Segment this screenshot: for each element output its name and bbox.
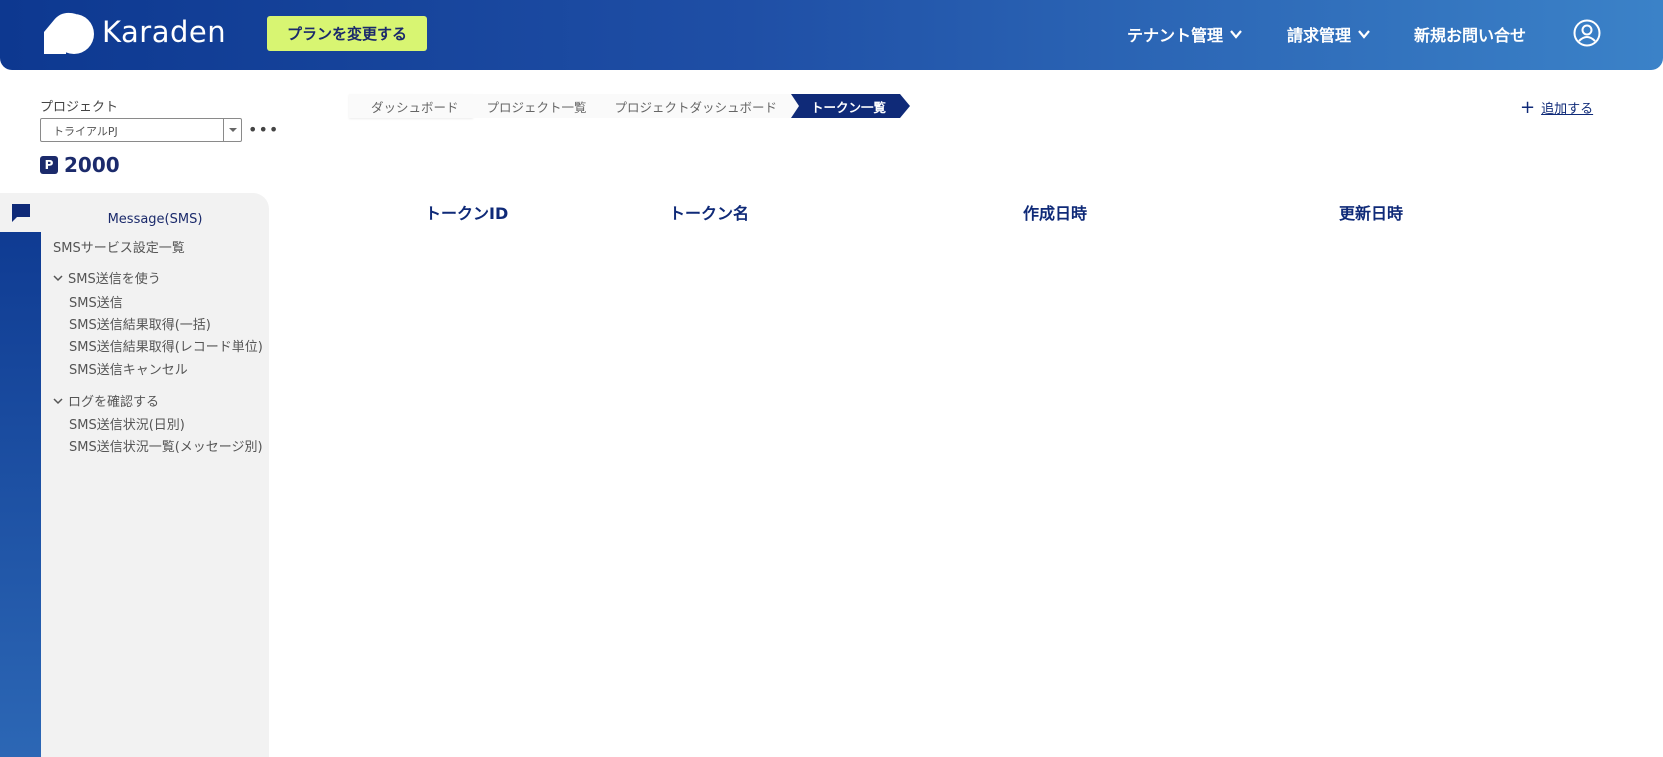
breadcrumb-token-list: トークン一覧 (791, 94, 911, 118)
points-icon: P (40, 156, 58, 174)
sidebar-item-sms-status-daily[interactable]: SMS送信状況(日別) (69, 414, 185, 433)
column-header-token-name: トークン名 (669, 204, 750, 223)
chevron-down-icon (1358, 30, 1370, 39)
sidebar-group-label: ログを確認する (68, 395, 160, 410)
plus-icon: + (1520, 96, 1536, 118)
sidebar-item-sms-result-record[interactable]: SMS送信結果取得(レコード単位) (69, 336, 263, 355)
add-token-label: 追加する (1541, 102, 1594, 117)
project-select-value: トライアルPJ (53, 125, 118, 138)
sidebar-title: Message(SMS) (107, 212, 203, 227)
breadcrumb-project-list[interactable]: プロジェクト一覧 (472, 94, 601, 118)
brand-logo[interactable]: Karaden (42, 10, 226, 54)
chat-bubble-icon (11, 203, 30, 222)
karaden-logo-icon (44, 12, 94, 54)
breadcrumb: ダッシュボード プロジェクト一覧 プロジェクトダッシュボード トークン一覧 (349, 94, 911, 118)
sidebar-item-sms-result-bulk[interactable]: SMS送信結果取得(一括) (69, 314, 211, 333)
nav-label: 請求管理 (1287, 26, 1352, 45)
project-label: プロジェクト (40, 100, 119, 115)
project-select[interactable]: トライアルPJ (40, 118, 242, 142)
nav-tenant-management[interactable]: テナント管理 (1127, 22, 1243, 46)
sidebar-item-sms-cancel[interactable]: SMS送信キャンセル (69, 359, 188, 378)
column-header-token-id: トークンID (425, 204, 509, 223)
user-account-icon[interactable] (1573, 19, 1601, 47)
nav-label: テナント管理 (1127, 26, 1224, 45)
breadcrumb-project-dashboard[interactable]: プロジェクトダッシュボード (600, 94, 792, 118)
more-options-icon[interactable]: ••• (248, 120, 279, 139)
nav-label: 新規お問い合せ (1414, 26, 1527, 45)
left-rail (0, 193, 41, 757)
change-plan-button[interactable]: プランを変更する (267, 16, 427, 51)
nav-billing-management[interactable]: 請求管理 (1287, 22, 1371, 46)
column-header-updated-at: 更新日時 (1339, 204, 1404, 223)
sidebar-group-logs[interactable]: ログを確認する (52, 391, 159, 410)
chevron-down-icon (53, 274, 63, 281)
chevron-down-icon (1230, 30, 1242, 39)
breadcrumb-dashboard[interactable]: ダッシュボード (349, 94, 473, 118)
points-display: P 2000 (40, 153, 120, 177)
column-header-created-at: 作成日時 (1023, 204, 1088, 223)
sidebar-item-sms-send[interactable]: SMS送信 (69, 292, 123, 311)
dropdown-arrow-icon[interactable] (223, 119, 241, 141)
chevron-down-icon (53, 397, 63, 404)
sidebar-item-sms-status-by-message[interactable]: SMS送信状況一覧(メッセージ別) (69, 436, 263, 455)
rail-item-message-sms[interactable] (0, 193, 41, 232)
top-header: Karaden プランを変更する テナント管理 請求管理 新規お問い合せ (0, 0, 1663, 70)
brand-name: Karaden (102, 15, 227, 49)
nav-new-inquiry[interactable]: 新規お問い合せ (1414, 22, 1526, 46)
sidebar-group-sms-send[interactable]: SMS送信を使う (52, 268, 161, 287)
sidebar-group-label: SMS送信を使う (68, 272, 161, 287)
sidebar-item-sms-service-settings[interactable]: SMSサービス設定一覧 (53, 237, 185, 256)
points-value: 2000 (64, 153, 120, 177)
add-token-link[interactable]: + 追加する (1520, 98, 1593, 117)
